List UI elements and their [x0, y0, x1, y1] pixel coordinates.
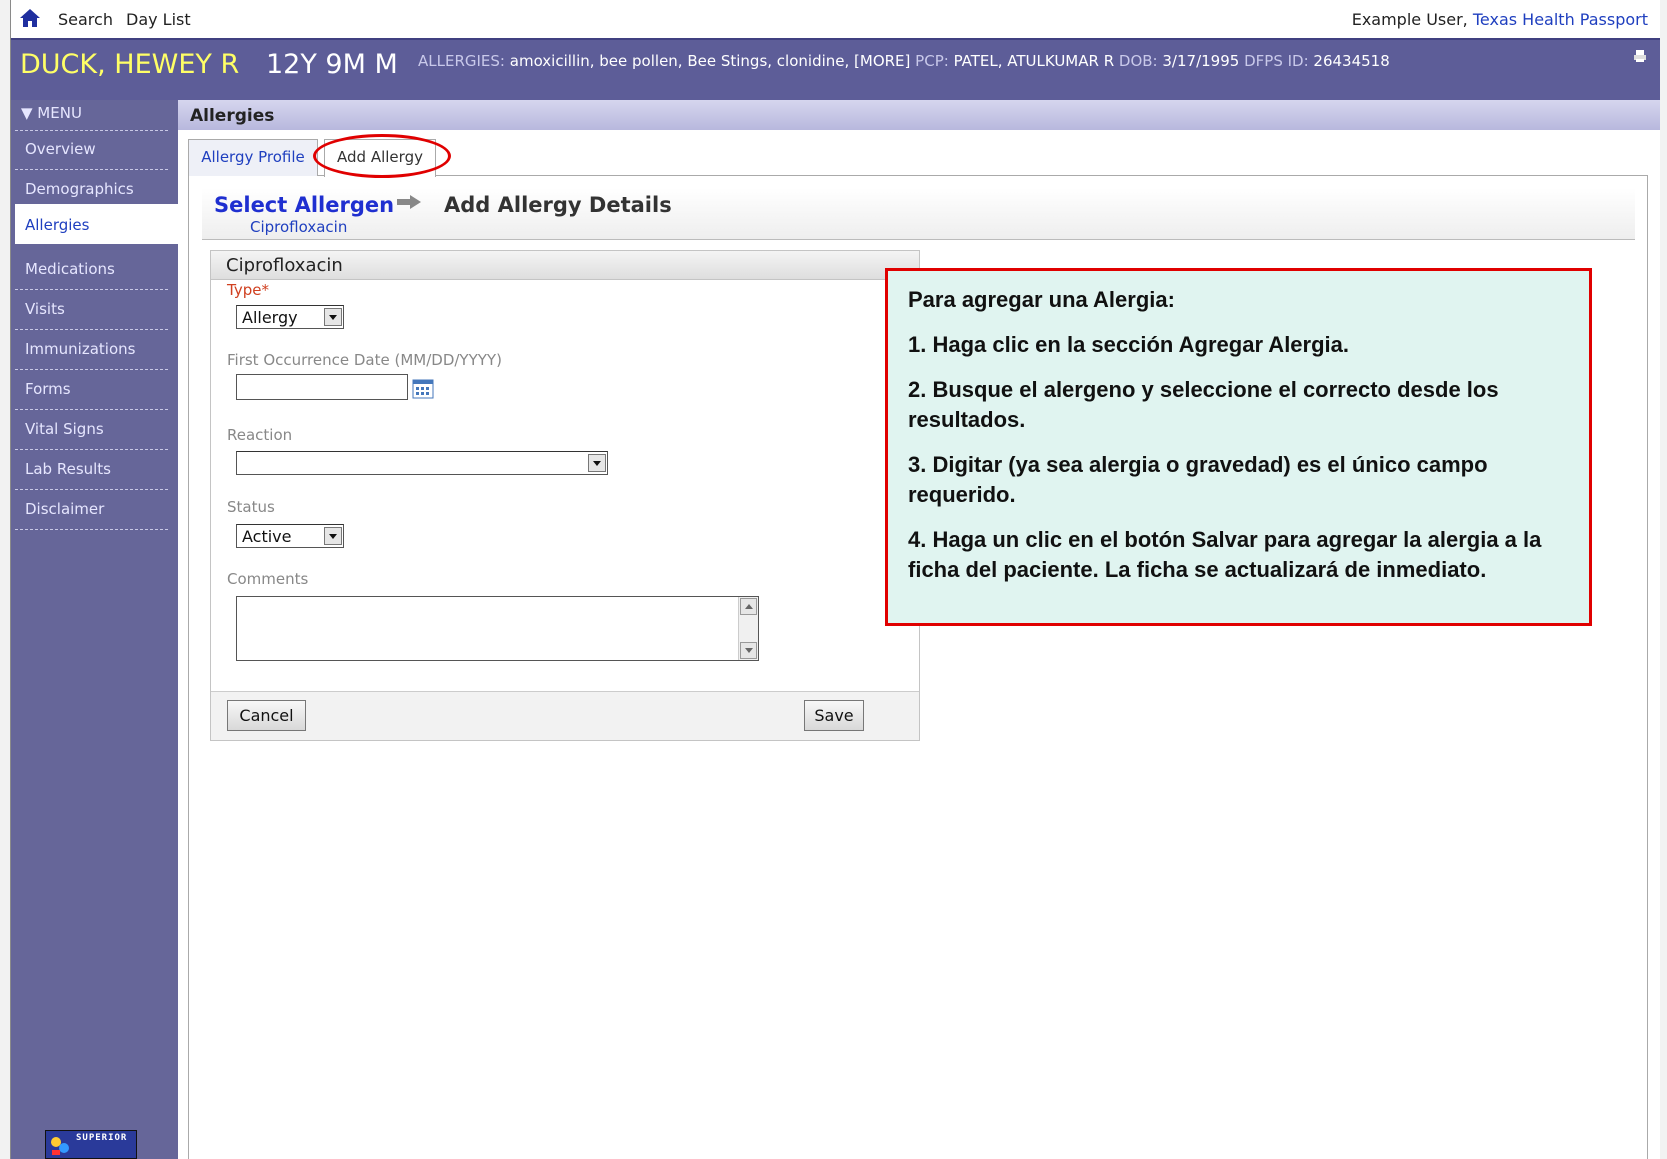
- reaction-select[interactable]: [236, 451, 608, 475]
- sidebar-item-disclaimer[interactable]: Disclaimer: [15, 490, 168, 530]
- sidebar-item-vital-signs[interactable]: Vital Signs: [15, 410, 168, 450]
- chevron-down-icon[interactable]: [324, 308, 342, 326]
- comments-textarea[interactable]: [236, 596, 759, 661]
- calendar-icon[interactable]: [412, 379, 434, 399]
- sidebar-item-immunizations[interactable]: Immunizations: [15, 330, 168, 370]
- allergies-label: ALLERGIES:: [418, 52, 505, 70]
- sidebar-item-lab-results[interactable]: Lab Results: [15, 450, 168, 490]
- status-select[interactable]: Active: [236, 524, 344, 548]
- status-label: Status: [227, 498, 275, 516]
- comments-label: Comments: [227, 570, 309, 588]
- instruction-callout: Para agregar una Alergia: 1. Haga clic e…: [885, 268, 1592, 626]
- logo-mark-icon: [51, 1137, 69, 1155]
- patient-info: ALLERGIES: amoxicillin, bee pollen, Bee …: [418, 52, 1390, 70]
- home-icon[interactable]: [19, 8, 41, 28]
- instruction-heading: Para agregar una Alergia:: [908, 287, 1175, 312]
- sidebar: ▼ MENU Overview Demographics Allergies M…: [11, 100, 178, 1159]
- step-select-allergen[interactable]: Select Allergen: [214, 193, 394, 217]
- sidebar-item-medications[interactable]: Medications: [15, 250, 168, 290]
- scroll-up-icon[interactable]: [740, 598, 757, 615]
- form-title-bar: Ciprofloxacin: [211, 251, 919, 280]
- patient-age-sex: 12Y 9M M: [266, 49, 398, 80]
- date-label: First Occurrence Date (MM/DD/YYYY): [227, 351, 502, 369]
- dob-value: 3/17/1995: [1162, 52, 1240, 70]
- save-button[interactable]: Save: [804, 700, 864, 731]
- sidebar-item-forms[interactable]: Forms: [15, 370, 168, 410]
- instruction-step: 3. Digitar (ya sea alergia o gravedad) e…: [908, 452, 1488, 507]
- chevron-down-icon[interactable]: [324, 527, 342, 545]
- patient-name: DUCK, HEWEY R: [20, 49, 240, 80]
- instruction-step: 4. Haga un clic en el botón Salvar para …: [908, 527, 1542, 582]
- sidebar-item-visits[interactable]: Visits: [15, 290, 168, 330]
- highlight-circle: [313, 134, 451, 178]
- scroll-down-icon[interactable]: [740, 642, 757, 659]
- arrow-right-icon: [397, 195, 421, 209]
- patient-header: DUCK, HEWEY R 12Y 9M M ALLERGIES: amoxic…: [11, 38, 1660, 100]
- type-label: Type*: [227, 281, 269, 299]
- superior-logo: SUPERIOR: [45, 1130, 137, 1159]
- step-add-allergy-details: Add Allergy Details: [444, 193, 672, 217]
- section-header: Allergies: [178, 100, 1660, 130]
- dob-label: DOB:: [1118, 52, 1158, 70]
- tab-allergy-profile[interactable]: Allergy Profile: [188, 139, 318, 176]
- dfps-value: 26434518: [1313, 52, 1390, 70]
- instruction-step: 2. Busque el alergeno y seleccione el co…: [908, 377, 1499, 432]
- dfps-label: DFPS ID:: [1244, 52, 1309, 70]
- form-title: Ciprofloxacin: [226, 255, 343, 276]
- logo-text: SUPERIOR: [76, 1133, 128, 1143]
- user-name: Example User,: [1351, 10, 1468, 29]
- form-footer: Cancel Save: [211, 691, 919, 740]
- allergy-form: Ciprofloxacin Type* Allergy First Occurr…: [210, 250, 920, 741]
- status-select-value: Active: [242, 527, 292, 546]
- pcp-label: PCP:: [915, 52, 949, 70]
- selected-allergen: Ciprofloxacin: [250, 218, 348, 236]
- wizard-steps: Select Allergen Add Allergy Details Cipr…: [202, 188, 1635, 240]
- pcp-value: PATEL, ATULKUMAR R: [953, 52, 1115, 70]
- sidebar-item-allergies[interactable]: Allergies: [15, 204, 178, 244]
- chevron-down-icon[interactable]: [588, 454, 606, 472]
- type-select-value: Allergy: [242, 308, 298, 327]
- comments-scrollbar[interactable]: [738, 597, 758, 660]
- instruction-step: 1. Haga clic en la sección Agregar Alerg…: [908, 332, 1349, 357]
- menu-toggle[interactable]: ▼ MENU: [21, 104, 82, 122]
- reaction-label: Reaction: [227, 426, 293, 444]
- cancel-button[interactable]: Cancel: [227, 700, 306, 731]
- user-area: Example User, Texas Health Passport: [1352, 10, 1648, 29]
- first-occurrence-date-input[interactable]: [236, 374, 408, 400]
- top-bar: Search Day List Example User, Texas Heal…: [11, 0, 1660, 38]
- day-list-link[interactable]: Day List: [126, 10, 191, 29]
- sidebar-item-overview[interactable]: Overview: [15, 130, 168, 170]
- print-icon[interactable]: [1633, 49, 1647, 63]
- search-link[interactable]: Search: [58, 10, 113, 29]
- section-title: Allergies: [190, 106, 275, 126]
- type-select[interactable]: Allergy: [236, 305, 344, 329]
- allergies-value[interactable]: amoxicillin, bee pollen, Bee Stings, clo…: [510, 52, 911, 70]
- app-window: Search Day List Example User, Texas Heal…: [10, 0, 1660, 1159]
- main-content: Allergy Profile Add Allergy Select Aller…: [178, 130, 1660, 1159]
- organization-link[interactable]: Texas Health Passport: [1473, 10, 1648, 29]
